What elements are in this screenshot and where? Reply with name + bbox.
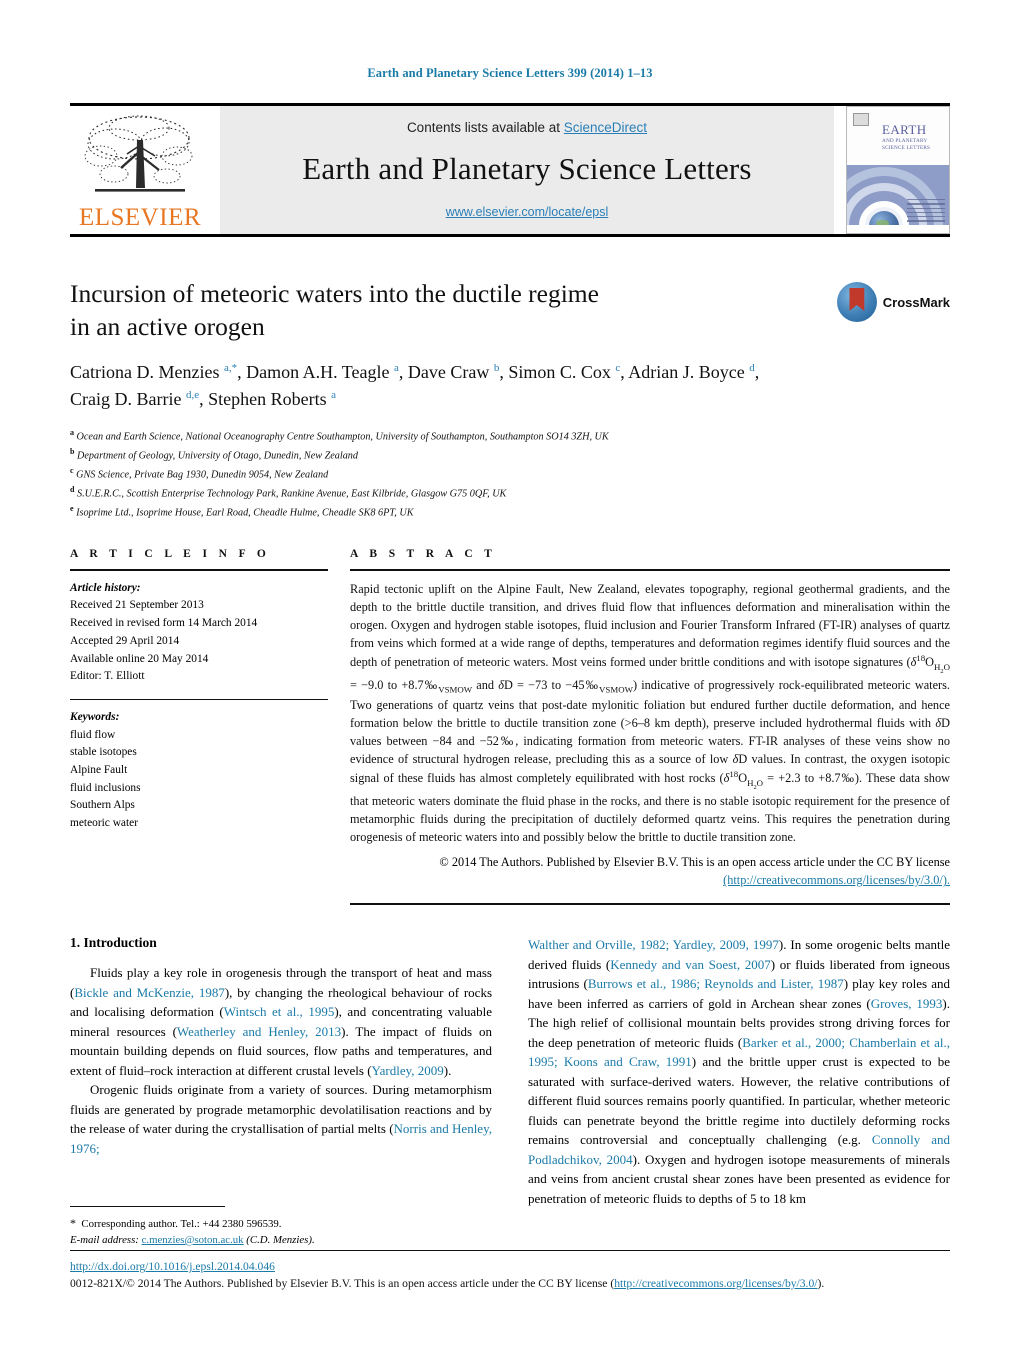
affiliation-list: a Ocean and Earth Science, National Ocea… [70,427,950,522]
issn-text: 0012-821X/© 2014 The Authors. Published … [70,1277,615,1291]
affiliation-item: c GNS Science, Private Bag 1930, Dunedin… [70,465,950,484]
cover-text-lines [907,198,945,225]
running-head: Earth and Planetary Science Letters 399 … [367,66,653,80]
doi-link[interactable]: http://dx.doi.org/10.1016/j.epsl.2014.04… [70,1260,275,1273]
journal-cover-thumbnail[interactable]: EARTH AND PLANETARY SCIENCE LETTERS [846,106,950,234]
info-abstract-row: A R T I C L E I N F O Article history: R… [70,548,950,906]
keyword-item: fluid inclusions [70,781,141,794]
paper-page: Earth and Planetary Science Letters 399 … [0,0,1020,1351]
keyword-item: meteoric water [70,816,138,829]
history-item: Available online 20 May 2014 [70,652,209,665]
cover-artwork [847,164,949,225]
journal-band: Contents lists available at ScienceDirec… [220,106,834,234]
copyright-text: © 2014 The Authors. Published by Elsevie… [439,855,950,870]
title-area: Incursion of meteoric waters into the du… [70,277,950,522]
corresponding-author-line: * Corresponding author. Tel.: +44 2380 5… [70,1215,282,1230]
abstract-heading: A B S T R A C T [350,547,497,560]
affiliation-text: GNS Science, Private Bag 1930, Dunedin 9… [76,469,329,481]
affiliation-text: Ocean and Earth Science, National Oceano… [76,431,609,443]
affiliation-text: Department of Geology, University of Ota… [77,450,358,462]
cover-subtitle: AND PLANETARY SCIENCE LETTERS [882,138,931,151]
license-link[interactable]: (http://creativecommons.org/licenses/by/… [723,873,950,887]
footer-rule [70,1250,950,1252]
affiliation-text: Isoprime Ltd., Isoprime House, Earl Road… [76,507,414,519]
affiliation-mark: e [70,503,74,513]
affiliation-mark: c [70,466,74,476]
history-item: Accepted 29 April 2014 [70,634,180,647]
abstract-column: A B S T R A C T Rapid tectonic uplift on… [350,548,950,906]
title-line-1: Incursion of meteoric waters into the du… [70,279,599,308]
keyword-item: Alpine Fault [70,763,128,776]
cover-footer [847,225,949,233]
issn-copyright-line: 0012-821X/© 2014 The Authors. Published … [70,1276,950,1293]
sciencedirect-link[interactable]: ScienceDirect [564,120,647,135]
journal-homepage-link[interactable]: www.elsevier.com/locate/epsl [446,205,609,219]
body-column-right: Walther and Orville, 1982; Yardley, 2009… [528,935,950,1208]
corresponding-author-footnote: * Corresponding author. Tel.: +44 2380 5… [70,1205,490,1248]
keyword-item: fluid flow [70,728,116,741]
paragraph: Orogenic fluids originate from a variety… [70,1082,492,1156]
abstract-copyright: © 2014 The Authors. Published by Elsevie… [350,853,950,889]
cover-title: EARTH [882,122,927,137]
contents-prefix: Contents lists available at [406,119,564,135]
crossmark-badge[interactable]: CrossMark [836,282,950,322]
paragraph: Fluids play a key role in orogenesis thr… [70,965,493,1078]
paragraph: Walther and Orville, 1982; Yardley, 2009… [528,937,950,1206]
history-item: Editor: T. Elliott [70,670,145,683]
body-column-left: 1. Introduction Fluids play a key role i… [70,935,492,1208]
affiliation-text: S.U.E.R.C., Scottish Enterprise Technolo… [77,488,507,500]
affiliation-item: d S.U.E.R.C., Scottish Enterprise Techno… [70,484,950,503]
affiliation-item: a Ocean and Earth Science, National Ocea… [70,427,950,446]
abstract-bottom-rule [350,903,950,906]
affiliation-item: e Isoprime Ltd., Isoprime House, Earl Ro… [70,503,950,522]
elsevier-wordmark: ELSEVIER [78,204,202,231]
title-line-2: in an active orogen [70,312,265,342]
masthead-bottom-rule [70,234,950,237]
article-history-label: Article history: [70,581,141,594]
email-link[interactable]: c.menzies@soton.ac.uk [142,1234,244,1246]
issn-tail: ). [817,1277,825,1291]
crossmark-icon [836,282,877,322]
affiliation-mark: d [70,485,75,494]
article-info-column: A R T I C L E I N F O Article history: R… [70,548,328,906]
article-info-heading: A R T I C L E I N F O [70,547,271,560]
author-list: Catriona D. Menzies a,*, Damon A.H. Teag… [70,362,760,410]
email-suffix: (C.D. Menzies). [243,1233,315,1246]
affiliation-mark: a [70,428,74,438]
email-label: E-mail address: [70,1233,139,1246]
body-columns: 1. Introduction Fluids play a key role i… [70,935,950,1208]
keywords-label: Keywords: [70,710,120,723]
cover-top: EARTH AND PLANETARY SCIENCE LETTERS [847,107,949,165]
journal-title: Earth and Planetary Science Letters [302,150,752,186]
elsevier-tree-icon [84,115,193,192]
affiliation-item: b Department of Geology, University of O… [70,446,950,465]
history-item: Received 21 September 2013 [70,599,204,612]
footer-license-link[interactable]: http://creativecommons.org/licenses/by/3… [614,1277,817,1290]
contents-available-line: Contents lists available at ScienceDirec… [407,120,647,135]
page-title: Incursion of meteoric waters into the du… [70,277,770,343]
footnote-rule [70,1205,225,1207]
email-line: E-mail address: c.menzies@soton.ac.uk (C… [70,1232,490,1248]
crossmark-label: CrossMark [882,294,950,310]
affiliation-mark: b [70,447,75,457]
history-item: Received in revised form 14 March 2014 [70,617,258,630]
article-info-rule [70,568,328,571]
cover-mini-image-icon [853,113,869,126]
elsevier-logo: ELSEVIER [70,106,210,234]
abstract-rule [350,568,950,571]
keyword-item: stable isotopes [70,746,137,759]
keywords-rule [70,698,328,700]
cover-title-block: EARTH AND PLANETARY SCIENCE LETTERS [882,123,944,151]
keyword-item: Southern Alps [70,799,135,812]
journal-masthead: ELSEVIER Contents lists available at Sci… [0,103,1020,237]
abstract-text: Rapid tectonic uplift on the Alpine Faul… [350,581,950,845]
page-footer: http://dx.doi.org/10.1016/j.epsl.2014.04… [70,1250,950,1293]
section-title-introduction: 1. Introduction [70,935,157,951]
